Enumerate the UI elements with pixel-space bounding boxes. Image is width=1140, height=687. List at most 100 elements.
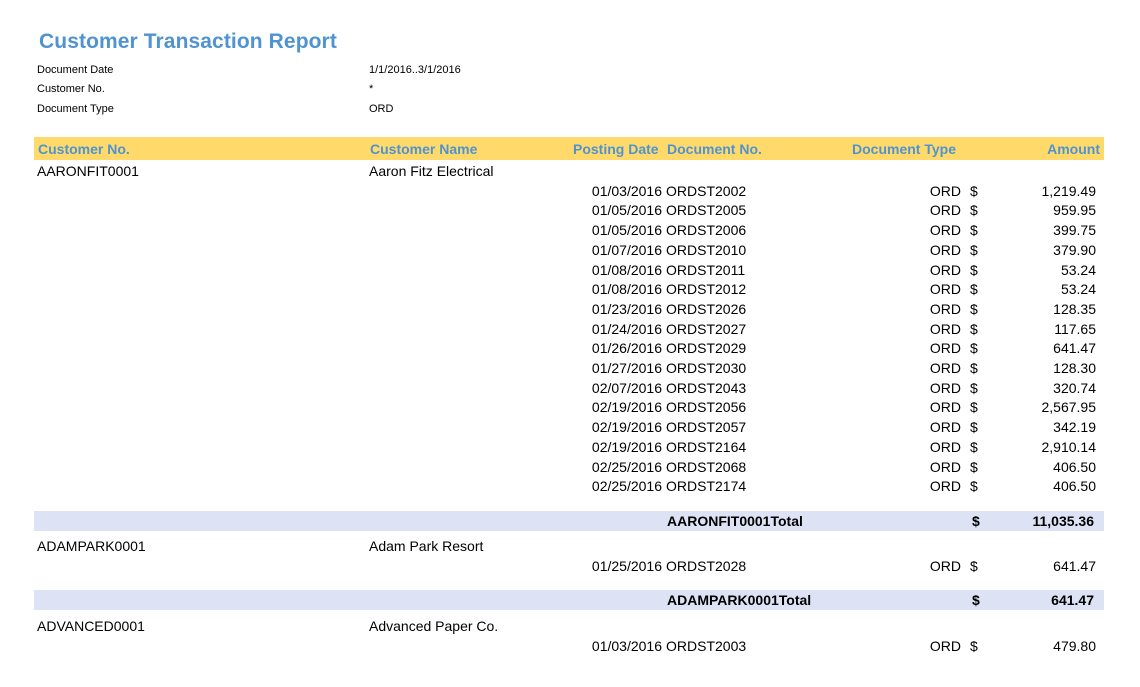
subtotal-row [34, 510, 1104, 531]
amount: 128.30 [1053, 360, 1096, 376]
document-no: ORDST2028 [666, 558, 747, 574]
document-no: ORDST2068 [666, 458, 747, 475]
document-type: ORD [929, 222, 961, 239]
posting-date: 01/08/2016 [591, 261, 662, 278]
posting-date: 01/23/2016 [591, 300, 662, 317]
amount: 53.24 [1060, 261, 1096, 278]
posting-date: 01/03/2016 [591, 637, 662, 654]
subtotal-row [34, 590, 1104, 611]
currency-symbol: $ [970, 360, 978, 376]
amount: 641.47 [1053, 558, 1096, 574]
customer-name: Advanced Paper Co. [369, 618, 499, 635]
amount: 117.65 [1054, 320, 1096, 337]
posting-date: 02/07/2016 [591, 379, 662, 396]
column-header-document-no[interactable]: Document No. [667, 141, 762, 157]
document-no: ORDST2027 [666, 320, 747, 337]
subtotal-label: ADAMPARK0001Total [667, 592, 812, 609]
column-header-customer-name[interactable]: Customer Name [370, 141, 477, 157]
amount: 342.19 [1053, 419, 1096, 436]
currency-symbol: $ [970, 182, 978, 199]
document-type: ORD [929, 458, 961, 475]
filter-label-document-type: Document Type [37, 103, 114, 115]
document-no: ORDST2003 [666, 637, 747, 654]
amount: 2,567.95 [1041, 399, 1097, 416]
document-no: ORDST2057 [666, 419, 747, 436]
document-type: ORD [929, 379, 961, 396]
amount: 320.74 [1053, 379, 1096, 396]
document-type: ORD [929, 558, 961, 574]
posting-date: 01/05/2016 [591, 202, 662, 219]
amount: 959.95 [1053, 202, 1096, 219]
currency-symbol: $ [970, 379, 978, 396]
amount: 406.50 [1053, 458, 1096, 475]
posting-date: 02/19/2016 [591, 419, 662, 436]
customer-name: Adam Park Resort [369, 538, 484, 555]
posting-date: 01/05/2016 [591, 222, 662, 239]
document-no: ORDST2026 [666, 300, 747, 317]
currency-symbol: $ [970, 320, 978, 337]
document-type: ORD [929, 637, 961, 654]
customer-name: Aaron Fitz Electrical [369, 163, 494, 179]
column-header-amount[interactable]: Amount [1047, 141, 1100, 157]
document-no: ORDST2029 [666, 340, 747, 357]
subtotal-currency-symbol: $ [972, 512, 980, 529]
document-no: ORDST2011 [666, 261, 746, 278]
document-no: ORDST2005 [666, 202, 747, 219]
subtotal-amount: 641.47 [1051, 592, 1094, 609]
currency-symbol: $ [970, 300, 978, 317]
table-header: Customer No. Customer Name Posting Date … [34, 137, 1104, 160]
currency-symbol: $ [970, 281, 978, 298]
currency-symbol: $ [970, 478, 978, 495]
document-type: ORD [929, 182, 961, 199]
document-type: ORD [929, 241, 961, 258]
document-type: ORD [929, 320, 961, 337]
posting-date: 01/24/2016 [591, 320, 662, 337]
posting-date: 02/25/2016 [591, 478, 662, 495]
customer-no: AARONFIT0001 [37, 163, 139, 179]
column-header-document-type[interactable]: Document Type [852, 141, 956, 157]
customer-no: ADVANCED0001 [37, 618, 145, 635]
currency-symbol: $ [970, 202, 978, 219]
document-type: ORD [929, 360, 961, 376]
column-header-posting-date[interactable]: Posting Date [573, 141, 659, 157]
posting-date: 02/19/2016 [591, 438, 662, 455]
report-title: Customer Transaction Report [39, 30, 337, 53]
posting-date: 01/03/2016 [591, 182, 662, 199]
document-no: ORDST2164 [666, 438, 747, 455]
currency-symbol: $ [970, 261, 978, 278]
currency-symbol: $ [970, 637, 978, 654]
subtotal-label: AARONFIT0001Total [667, 512, 803, 529]
document-type: ORD [929, 438, 961, 455]
currency-symbol: $ [970, 558, 978, 574]
amount: 641.47 [1053, 340, 1096, 357]
document-type: ORD [929, 261, 961, 278]
document-type: ORD [929, 281, 961, 298]
currency-symbol: $ [970, 241, 978, 258]
filter-value-document-type: ORD [369, 103, 394, 115]
document-no: ORDST2010 [666, 241, 747, 258]
posting-date: 01/27/2016 [591, 360, 662, 376]
posting-date: 01/25/2016 [591, 558, 662, 574]
currency-symbol: $ [970, 399, 978, 416]
filter-label-document-date: Document Date [37, 64, 114, 76]
document-type: ORD [929, 300, 961, 317]
document-type: ORD [929, 478, 961, 495]
document-no: ORDST2006 [666, 222, 747, 239]
document-no: ORDST2012 [666, 281, 747, 298]
document-type: ORD [929, 202, 961, 219]
amount: 406.50 [1053, 478, 1096, 495]
posting-date: 01/08/2016 [591, 281, 662, 298]
currency-symbol: $ [970, 340, 978, 357]
document-no: ORDST2056 [666, 399, 747, 416]
document-no: ORDST2002 [666, 182, 747, 199]
currency-symbol: $ [970, 222, 978, 239]
document-type: ORD [929, 419, 961, 436]
amount: 2,910.14 [1041, 438, 1097, 455]
posting-date: 01/07/2016 [591, 241, 662, 258]
document-no: ORDST2174 [666, 478, 747, 495]
filter-value-customer-no: * [369, 83, 374, 95]
currency-symbol: $ [970, 419, 978, 436]
column-header-customer-no[interactable]: Customer No. [38, 141, 130, 157]
filter-label-customer-no: Customer No. [37, 83, 105, 95]
filter-value-document-date: 1/1/2016..3/1/2016 [369, 64, 461, 76]
